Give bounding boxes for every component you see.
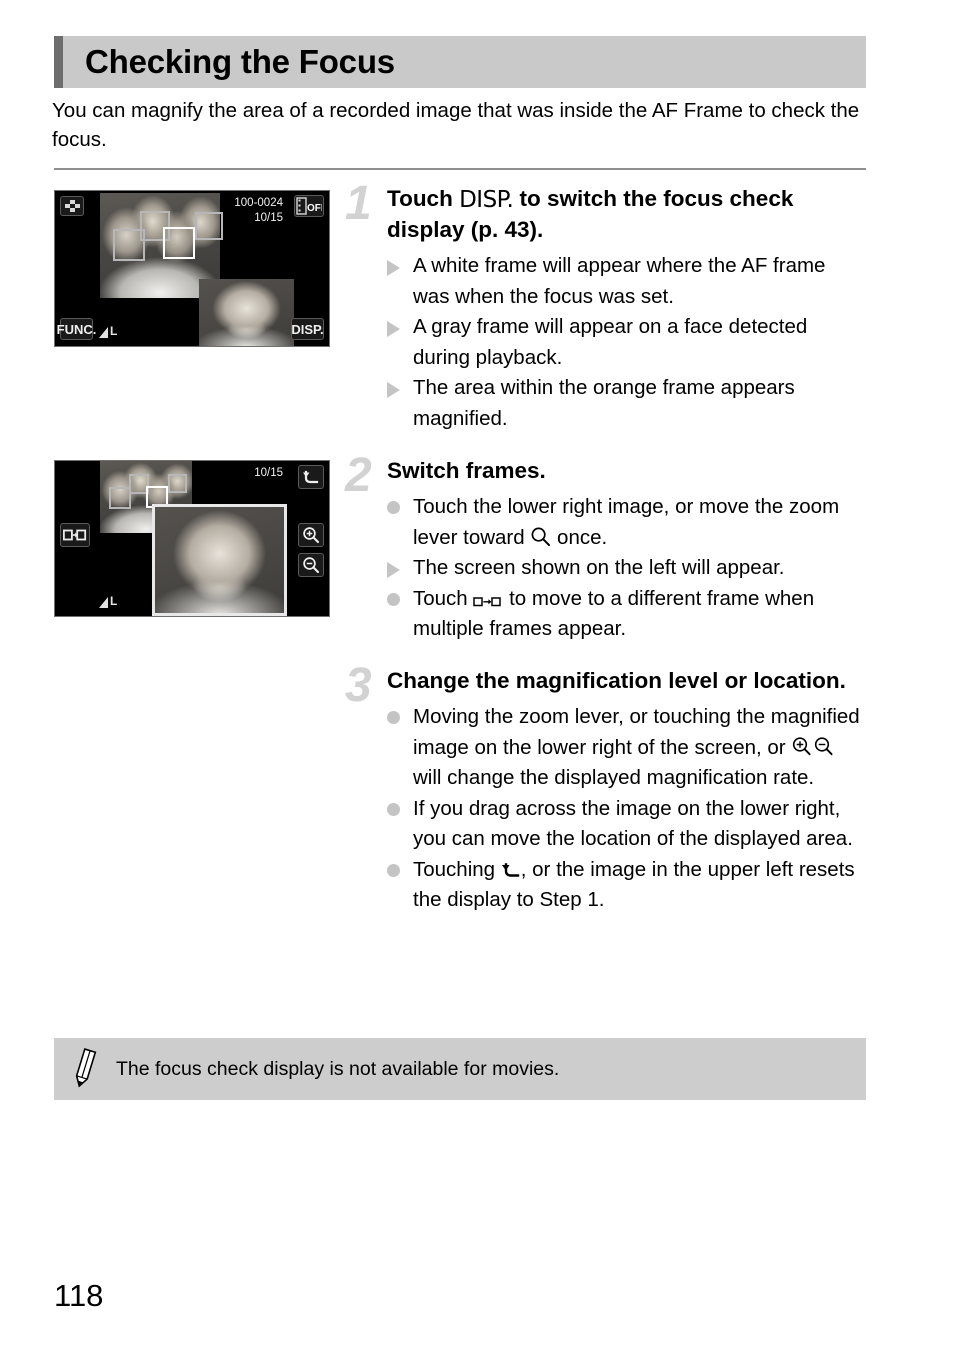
bullet-text: The area within the orange frame appears…	[413, 376, 795, 430]
dot-bullet-icon	[387, 584, 413, 606]
bullet-text: A white frame will appear where the AF f…	[413, 254, 826, 308]
step-bullets: Moving the zoom lever, or touching the m…	[387, 702, 865, 916]
bullet-item: A white frame will appear where the AF f…	[387, 251, 865, 312]
bullet-text-prefix: Touching	[413, 857, 501, 881]
step-heading: Touch DISP. to switch the focus check di…	[387, 184, 865, 245]
frame-counter: 10/15	[254, 212, 283, 224]
quality-label: L	[110, 324, 118, 338]
magnify-plus-icon[interactable]	[298, 523, 324, 547]
quality-wedge-icon	[99, 597, 108, 608]
dot-bullet-icon	[387, 492, 413, 514]
magnifier-icon	[530, 526, 551, 547]
bullet-item: The area within the orange frame appears…	[387, 373, 865, 434]
bullet-item: Touching , or the image in the upper lef…	[387, 855, 865, 916]
switch-frame-icon	[473, 594, 503, 608]
focus-check-overview-screen: 100-0024 10/15 OFF FUNC. L DISP.	[54, 190, 330, 347]
af-frame-gray-1	[109, 487, 131, 509]
bullet-text-suffix: once.	[551, 525, 608, 549]
bullet-text: The screen shown on the left will appear…	[413, 556, 785, 579]
triangle-bullet-icon	[387, 312, 413, 337]
frame-counter: 10/15	[254, 467, 283, 479]
step-1: 1 Touch DISP. to switch the focus check …	[345, 180, 865, 434]
switch-frame-icon[interactable]	[60, 523, 90, 547]
step-heading: Change the magnification level or locati…	[387, 668, 846, 693]
index-grid-icon[interactable]	[60, 196, 84, 216]
note-text: The focus check display is not available…	[116, 1058, 560, 1080]
af-frame-gray-3	[168, 474, 187, 493]
section-header: Checking the Focus	[54, 36, 866, 88]
triangle-bullet-icon	[387, 553, 413, 578]
image-quality-indicator: L	[99, 594, 117, 608]
back-arrow-icon	[501, 861, 521, 880]
triangle-bullet-icon	[387, 251, 413, 276]
image-quality-indicator: L	[99, 324, 117, 338]
bullet-text-prefix: Touch the lower right image, or move the…	[413, 495, 840, 549]
bullet-item: If you drag across the image on the lowe…	[387, 794, 865, 855]
quality-wedge-icon	[99, 327, 108, 338]
note-box: The focus check display is not available…	[54, 1038, 866, 1100]
bullet-text: Touch the lower right image, or move the…	[413, 492, 865, 553]
bullet-text: A gray frame will appear on a face detec…	[413, 315, 808, 369]
bullet-item: Touch to move to a different frame when …	[387, 584, 865, 645]
bullet-text-prefix: Touch	[413, 586, 474, 610]
section-divider	[54, 168, 866, 170]
movie-off-icon: OFF	[294, 195, 324, 217]
step-bullets: A white frame will appear where the AF f…	[387, 251, 865, 434]
bullet-item: A gray frame will appear on a face detec…	[387, 312, 865, 373]
bullet-item: Moving the zoom lever, or touching the m…	[387, 702, 865, 794]
quality-label: L	[110, 594, 118, 608]
page-number: 118	[54, 1278, 104, 1313]
bullet-text-suffix: will change the displayed magnification …	[413, 766, 815, 789]
magnified-face-thumbnail	[199, 279, 294, 346]
dot-bullet-icon	[387, 794, 413, 816]
bullet-text: Touch to move to a different frame when …	[413, 584, 865, 645]
bullet-text: If you drag across the image on the lowe…	[413, 796, 853, 851]
disp-button[interactable]: DISP.	[291, 318, 324, 340]
back-arrow-icon[interactable]	[298, 465, 324, 489]
magnify-minus-icon[interactable]	[298, 553, 324, 577]
step-heading-prefix: Touch	[387, 186, 460, 211]
func-button[interactable]: FUNC.	[57, 318, 96, 340]
bullet-item: Touch the lower right image, or move the…	[387, 492, 865, 553]
disp-icon: DISP.	[459, 187, 514, 213]
dot-bullet-icon	[387, 702, 413, 724]
step-2: 2 Switch frames. Touch the lower right i…	[345, 452, 865, 645]
step-3: 3 Change the magnification level or loca…	[345, 662, 865, 916]
step-heading: Switch frames.	[387, 458, 546, 483]
af-frame-gray-3	[195, 212, 223, 240]
pencil-icon	[54, 1047, 116, 1091]
dot-bullet-icon	[387, 855, 413, 877]
step-number: 1	[345, 177, 372, 230]
page-title: Checking the Focus	[85, 43, 395, 80]
bullet-item: The screen shown on the left will appear…	[387, 553, 865, 584]
magnify-plus-minus-icon	[791, 735, 841, 757]
af-frame-white-selected	[163, 227, 195, 259]
magnified-face-view[interactable]	[152, 504, 287, 616]
step-number: 2	[345, 449, 372, 502]
step-number: 3	[345, 659, 372, 712]
intro-paragraph: You can magnify the area of a recorded i…	[52, 99, 860, 151]
triangle-bullet-icon	[387, 373, 413, 398]
svg-text:OFF: OFF	[307, 203, 322, 214]
manual-page: Checking the Focus You can magnify the a…	[0, 0, 954, 1345]
header-accent-bar	[54, 36, 63, 88]
step-bullets: Touch the lower right image, or move the…	[387, 492, 865, 645]
focus-check-magnified-screen: 10/15 L	[54, 460, 330, 617]
file-number: 100-0024	[234, 197, 283, 209]
bullet-text: Touching , or the image in the upper lef…	[413, 855, 865, 916]
bullet-text: Moving the zoom lever, or touching the m…	[413, 702, 865, 794]
